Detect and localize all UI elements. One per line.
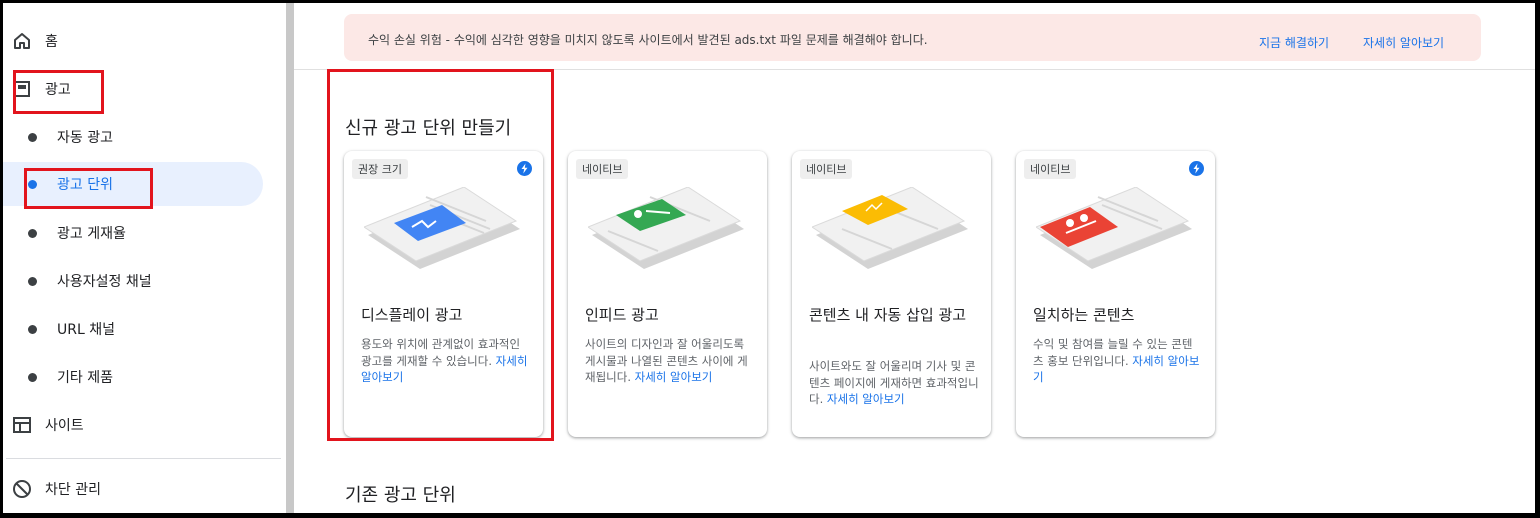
ad-unit-card-matched-content[interactable]: 네이티브 일치하는 콘텐츠 수익 및 참여를 늘릴 수 있는 콘텐츠 홍보 단위… [1016, 151, 1215, 437]
card-title: 일치하는 콘텐츠 [1033, 306, 1135, 324]
bullet-dot [28, 276, 37, 286]
learn-more-link[interactable]: 자세히 알아보기 [635, 370, 713, 384]
bullet-dot [28, 228, 37, 238]
highlight-box-display-ad [327, 69, 554, 441]
bullet-dot [28, 132, 37, 142]
sidebar-item-label: 사용자설정 채널 [57, 274, 152, 290]
sites-icon [12, 415, 32, 435]
in-article-ad-illustration [812, 187, 968, 269]
learn-more-link[interactable]: 자세히 알아보기 [827, 392, 905, 406]
card-description: 수익 및 참여를 늘릴 수 있는 콘텐츠 홍보 단위입니다. 자세히 알아보기 [1033, 336, 1203, 386]
sidebar-item-label: 홈 [45, 34, 58, 50]
card-description: 사이트와도 잘 어울리며 기사 및 콘텐츠 페이지에 게재하면 효과적입니다. … [809, 358, 979, 408]
ad-unit-card-in-article[interactable]: 네이티브 콘텐츠 내 자동 삽입 광고 사이트와도 잘 어울리며 기사 및 콘텐… [792, 151, 991, 437]
sidebar-item-label: URL 채널 [57, 322, 115, 338]
card-title: 인피드 광고 [585, 306, 659, 324]
card-description: 사이트의 디자인과 잘 어울리도록 게시물과 나열된 콘텐츠 사이에 게재됩니다… [585, 336, 755, 386]
sidebar-item-label: 자동 광고 [57, 130, 113, 146]
block-icon [12, 479, 32, 499]
bolt-icon [1189, 161, 1204, 176]
sidebar-item-label: 차단 관리 [45, 482, 101, 498]
bullet-dot [28, 372, 37, 382]
sidebar-divider [6, 458, 281, 459]
highlight-box-ads [13, 70, 104, 114]
sidebar-item-label: 사이트 [45, 418, 84, 434]
ad-unit-card-in-feed[interactable]: 네이티브 인피드 광고 사이트의 디자인과 잘 어울리도록 게시물과 나열된 콘… [568, 151, 767, 437]
app-frame: 홈 광고 자동 광고 광고 단위 광고 게재율 사용자설정 채널 URL 채널 [3, 3, 1535, 513]
sidebar: 홈 광고 자동 광고 광고 단위 광고 게재율 사용자설정 채널 URL 채널 [3, 3, 288, 513]
sidebar-item-label: 광고 게재율 [57, 226, 126, 242]
card-tag: 네이티브 [576, 159, 629, 179]
warning-banner: 수익 손실 위험 - 수익에 심각한 영향을 미치지 않도록 사이트에서 발견된… [344, 14, 1481, 61]
matched-content-illustration [1036, 187, 1192, 269]
card-title: 콘텐츠 내 자동 삽입 광고 [809, 306, 967, 324]
home-icon [12, 31, 32, 51]
sidebar-item-label: 기타 제품 [57, 370, 113, 386]
card-tag: 네이티브 [1024, 159, 1077, 179]
sidebar-scrollbar[interactable] [286, 3, 294, 513]
highlight-box-ad-units [24, 168, 153, 209]
main-content: 수익 손실 위험 - 수익에 심각한 영향을 미치지 않도록 사이트에서 발견된… [294, 3, 1535, 513]
learn-more-link[interactable]: 자세히 알아보기 [1363, 34, 1444, 51]
bullet-dot [28, 324, 37, 334]
fix-now-link[interactable]: 지금 해결하기 [1259, 34, 1329, 51]
section-title-existing-ad-units: 기존 광고 단위 [345, 485, 456, 506]
in-feed-ad-illustration [588, 187, 744, 269]
banner-message: 수익 손실 위험 - 수익에 심각한 영향을 미치지 않도록 사이트에서 발견된… [368, 33, 928, 47]
card-tag: 네이티브 [800, 159, 853, 179]
